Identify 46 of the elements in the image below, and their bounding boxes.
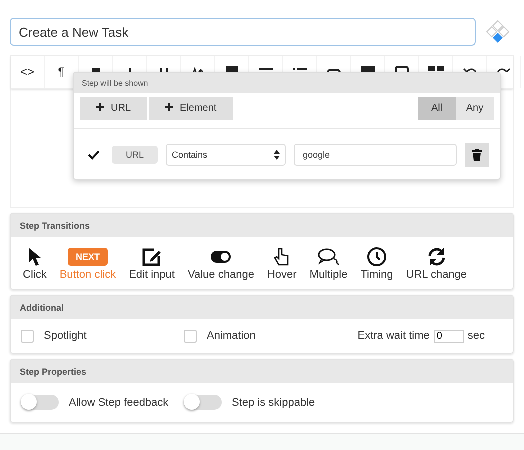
toolbar-button[interactable]: ¶	[58, 65, 65, 79]
diamond-logo-icon	[486, 20, 510, 44]
task-title-field[interactable]: Create a New Task	[10, 18, 476, 46]
popup-title: Step will be shown	[82, 78, 148, 88]
add-condition-button[interactable]: URL	[80, 97, 148, 120]
toggle-label: Allow Step feedback	[69, 396, 169, 408]
transition-option[interactable]: Edit input	[129, 245, 175, 281]
add-condition-button[interactable]: Element	[149, 97, 233, 120]
plus-icon	[96, 103, 104, 111]
toggle-icon	[211, 251, 232, 263]
match-mode-button[interactable]: All	[418, 97, 456, 120]
select-arrows-icon	[274, 150, 280, 160]
toggle-label: Step is skippable	[232, 396, 316, 408]
transition-option[interactable]: Hover	[267, 245, 297, 281]
toggle-switch[interactable]	[184, 395, 222, 410]
checkbox-label: Spotlight	[44, 330, 87, 342]
unit-label: sec	[468, 330, 485, 342]
match-mode-button[interactable]: Any	[456, 97, 494, 120]
toggle-switch[interactable]	[21, 395, 59, 410]
operator-select[interactable]: Contains	[166, 144, 286, 166]
checkbox[interactable]	[184, 330, 197, 342]
plus-icon	[165, 103, 174, 111]
checkbox[interactable]	[21, 330, 34, 342]
condition-value-field[interactable]: google	[294, 144, 458, 166]
panel-title: Step Properties	[20, 366, 87, 376]
panel-title: Additional	[20, 302, 64, 312]
checkmark-icon[interactable]	[88, 150, 100, 160]
toolbar-button[interactable]: <>	[20, 65, 34, 79]
transition-option[interactable]: URL change	[406, 245, 468, 281]
condition-type-label: URL	[112, 146, 158, 164]
panel-title: Step Transitions	[20, 220, 90, 230]
next-badge: NEXT	[68, 248, 108, 266]
transition-option[interactable]: Value change	[188, 245, 254, 281]
hand-pointer-icon	[274, 247, 290, 267]
cursor-icon	[28, 247, 42, 267]
wait-time-field[interactable]: 0	[434, 330, 464, 342]
wait-label: Extra wait time	[358, 330, 430, 342]
trash-icon	[472, 149, 482, 161]
clock-icon	[366, 247, 387, 267]
delete-button[interactable]	[465, 143, 490, 167]
transition-option[interactable]: Multiple	[310, 245, 348, 281]
transition-option[interactable]: Timing	[360, 245, 394, 281]
edit-icon	[142, 247, 162, 267]
transition-option[interactable]: Click	[23, 245, 47, 281]
checkbox-label: Animation	[207, 330, 256, 342]
refresh-icon	[426, 247, 447, 267]
